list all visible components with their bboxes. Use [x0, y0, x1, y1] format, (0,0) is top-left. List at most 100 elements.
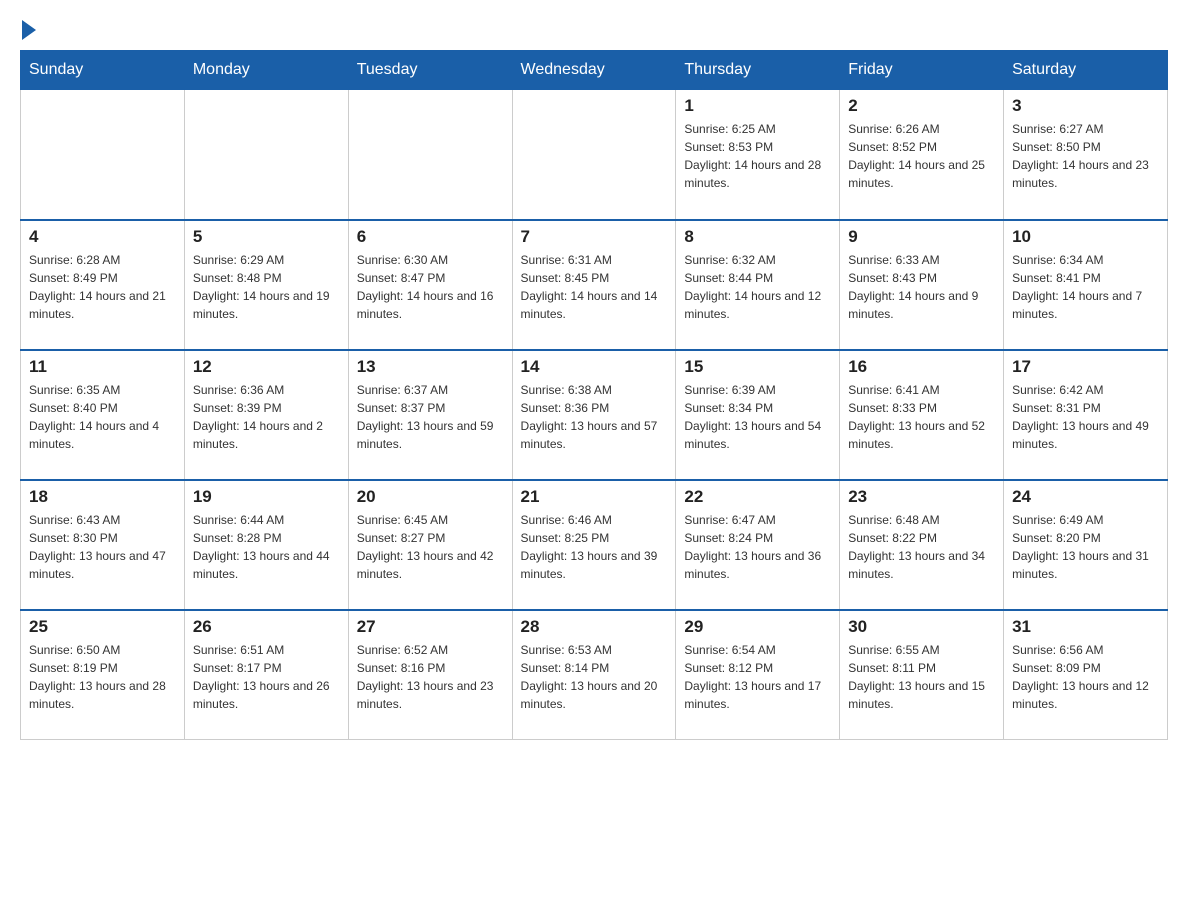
- day-info: Sunrise: 6:31 AM Sunset: 8:45 PM Dayligh…: [521, 251, 668, 323]
- day-number: 31: [1012, 617, 1159, 637]
- day-info: Sunrise: 6:26 AM Sunset: 8:52 PM Dayligh…: [848, 120, 995, 192]
- weekday-header-sunday: Sunday: [21, 51, 185, 90]
- calendar-day-cell: 26Sunrise: 6:51 AM Sunset: 8:17 PM Dayli…: [184, 610, 348, 740]
- calendar-day-cell: 21 Sunrise: 6:46 AM Sunset: 8:25 PM Dayli…: [512, 480, 676, 610]
- weekday-header-saturday: Saturday: [1004, 51, 1168, 90]
- calendar-day-cell: 30 Sunrise: 6:55 AM Sunset: 8:11 PM Dayli…: [840, 610, 1004, 740]
- calendar-day-cell: 20 Sunrise: 6:45 AM Sunset: 8:27 PM Dayli…: [348, 480, 512, 610]
- day-info: Sunrise: 6:27 AM Sunset: 8:50 PM Dayligh…: [1012, 120, 1159, 192]
- calendar-day-cell: 14 Sunrise: 6:38 AM Sunset: 8:36 PM Dayli…: [512, 350, 676, 480]
- day-info: Sunrise: 6:33 AM Sunset: 8:43 PM Dayligh…: [848, 251, 995, 323]
- day-number: 18: [29, 487, 176, 507]
- day-info: Sunrise: 6:45 AM Sunset: 8:27 PM Dayligh…: [357, 511, 504, 583]
- calendar-day-cell: 25Sunrise: 6:50 AM Sunset: 8:19 PM Dayli…: [21, 610, 185, 740]
- calendar-week-row: 11 Sunrise: 6:35 AM Sunset: 8:40 PM Dayli…: [21, 350, 1168, 480]
- day-number: 29: [684, 617, 831, 637]
- day-info: Sunrise: 6:39 AM Sunset: 8:34 PM Dayligh…: [684, 381, 831, 453]
- day-info: Sunrise: 6:46 AM Sunset: 8:25 PM Dayligh…: [521, 511, 668, 583]
- calendar-day-cell: 13 Sunrise: 6:37 AM Sunset: 8:37 PM Dayli…: [348, 350, 512, 480]
- day-info: Sunrise: 6:25 AM Sunset: 8:53 PM Dayligh…: [684, 120, 831, 192]
- day-number: 30: [848, 617, 995, 637]
- day-number: 7: [521, 227, 668, 247]
- calendar-day-cell: [348, 90, 512, 220]
- day-number: 22: [684, 487, 831, 507]
- calendar-day-cell: 3 Sunrise: 6:27 AM Sunset: 8:50 PM Daylig…: [1004, 90, 1168, 220]
- day-info: Sunrise: 6:52 AM Sunset: 8:16 PM Dayligh…: [357, 641, 504, 713]
- calendar-day-cell: 24 Sunrise: 6:49 AM Sunset: 8:20 PM Dayli…: [1004, 480, 1168, 610]
- weekday-header-monday: Monday: [184, 51, 348, 90]
- day-info: Sunrise: 6:47 AM Sunset: 8:24 PM Dayligh…: [684, 511, 831, 583]
- calendar-day-cell: 17 Sunrise: 6:42 AM Sunset: 8:31 PM Dayli…: [1004, 350, 1168, 480]
- day-number: 4: [29, 227, 176, 247]
- day-info: Sunrise: 6:55 AM Sunset: 8:11 PM Dayligh…: [848, 641, 995, 713]
- calendar-week-row: 25Sunrise: 6:50 AM Sunset: 8:19 PM Dayli…: [21, 610, 1168, 740]
- calendar-day-cell: 31 Sunrise: 6:56 AM Sunset: 8:09 PM Dayli…: [1004, 610, 1168, 740]
- day-number: 9: [848, 227, 995, 247]
- logo: [20, 20, 38, 40]
- calendar-day-cell: 23 Sunrise: 6:48 AM Sunset: 8:22 PM Dayli…: [840, 480, 1004, 610]
- day-info: Sunrise: 6:42 AM Sunset: 8:31 PM Dayligh…: [1012, 381, 1159, 453]
- calendar-day-cell: 4 Sunrise: 6:28 AM Sunset: 8:49 PM Daylig…: [21, 220, 185, 350]
- calendar-day-cell: 29 Sunrise: 6:54 AM Sunset: 8:12 PM Dayli…: [676, 610, 840, 740]
- calendar-day-cell: 11 Sunrise: 6:35 AM Sunset: 8:40 PM Dayli…: [21, 350, 185, 480]
- calendar-day-cell: [512, 90, 676, 220]
- weekday-header-wednesday: Wednesday: [512, 51, 676, 90]
- day-info: Sunrise: 6:56 AM Sunset: 8:09 PM Dayligh…: [1012, 641, 1159, 713]
- calendar-day-cell: 28 Sunrise: 6:53 AM Sunset: 8:14 PM Dayli…: [512, 610, 676, 740]
- calendar-day-cell: 2Sunrise: 6:26 AM Sunset: 8:52 PM Daylig…: [840, 90, 1004, 220]
- calendar-day-cell: 7 Sunrise: 6:31 AM Sunset: 8:45 PM Daylig…: [512, 220, 676, 350]
- day-info: Sunrise: 6:51 AM Sunset: 8:17 PM Dayligh…: [193, 641, 340, 713]
- calendar-table: SundayMondayTuesdayWednesdayThursdayFrid…: [20, 50, 1168, 740]
- day-info: Sunrise: 6:54 AM Sunset: 8:12 PM Dayligh…: [684, 641, 831, 713]
- calendar-week-row: 1 Sunrise: 6:25 AM Sunset: 8:53 PM Daylig…: [21, 90, 1168, 220]
- day-number: 6: [357, 227, 504, 247]
- calendar-day-cell: [184, 90, 348, 220]
- day-number: 3: [1012, 96, 1159, 116]
- weekday-header-thursday: Thursday: [676, 51, 840, 90]
- calendar-day-cell: 15 Sunrise: 6:39 AM Sunset: 8:34 PM Dayli…: [676, 350, 840, 480]
- calendar-day-cell: [21, 90, 185, 220]
- day-number: 15: [684, 357, 831, 377]
- day-number: 5: [193, 227, 340, 247]
- weekday-header-friday: Friday: [840, 51, 1004, 90]
- calendar-day-cell: 12Sunrise: 6:36 AM Sunset: 8:39 PM Dayli…: [184, 350, 348, 480]
- day-number: 10: [1012, 227, 1159, 247]
- page-header: [20, 20, 1168, 40]
- day-info: Sunrise: 6:38 AM Sunset: 8:36 PM Dayligh…: [521, 381, 668, 453]
- calendar-day-cell: 5Sunrise: 6:29 AM Sunset: 8:48 PM Daylig…: [184, 220, 348, 350]
- calendar-day-cell: 6Sunrise: 6:30 AM Sunset: 8:47 PM Daylig…: [348, 220, 512, 350]
- day-info: Sunrise: 6:53 AM Sunset: 8:14 PM Dayligh…: [521, 641, 668, 713]
- logo-triangle-icon: [22, 20, 36, 40]
- day-info: Sunrise: 6:35 AM Sunset: 8:40 PM Dayligh…: [29, 381, 176, 453]
- day-number: 21: [521, 487, 668, 507]
- day-number: 17: [1012, 357, 1159, 377]
- day-info: Sunrise: 6:34 AM Sunset: 8:41 PM Dayligh…: [1012, 251, 1159, 323]
- calendar-day-cell: 8 Sunrise: 6:32 AM Sunset: 8:44 PM Daylig…: [676, 220, 840, 350]
- calendar-day-cell: 18 Sunrise: 6:43 AM Sunset: 8:30 PM Dayli…: [21, 480, 185, 610]
- calendar-day-cell: 9 Sunrise: 6:33 AM Sunset: 8:43 PM Daylig…: [840, 220, 1004, 350]
- day-number: 28: [521, 617, 668, 637]
- day-number: 23: [848, 487, 995, 507]
- day-info: Sunrise: 6:48 AM Sunset: 8:22 PM Dayligh…: [848, 511, 995, 583]
- day-info: Sunrise: 6:41 AM Sunset: 8:33 PM Dayligh…: [848, 381, 995, 453]
- calendar-week-row: 4 Sunrise: 6:28 AM Sunset: 8:49 PM Daylig…: [21, 220, 1168, 350]
- calendar-day-cell: 19 Sunrise: 6:44 AM Sunset: 8:28 PM Dayli…: [184, 480, 348, 610]
- day-number: 8: [684, 227, 831, 247]
- day-info: Sunrise: 6:49 AM Sunset: 8:20 PM Dayligh…: [1012, 511, 1159, 583]
- day-number: 24: [1012, 487, 1159, 507]
- calendar-day-cell: 27Sunrise: 6:52 AM Sunset: 8:16 PM Dayli…: [348, 610, 512, 740]
- calendar-week-row: 18 Sunrise: 6:43 AM Sunset: 8:30 PM Dayli…: [21, 480, 1168, 610]
- weekday-header-row: SundayMondayTuesdayWednesdayThursdayFrid…: [21, 51, 1168, 90]
- day-info: Sunrise: 6:44 AM Sunset: 8:28 PM Dayligh…: [193, 511, 340, 583]
- day-info: Sunrise: 6:37 AM Sunset: 8:37 PM Dayligh…: [357, 381, 504, 453]
- day-number: 12: [193, 357, 340, 377]
- day-number: 13: [357, 357, 504, 377]
- day-number: 20: [357, 487, 504, 507]
- day-info: Sunrise: 6:43 AM Sunset: 8:30 PM Dayligh…: [29, 511, 176, 583]
- day-number: 11: [29, 357, 176, 377]
- day-number: 19: [193, 487, 340, 507]
- day-info: Sunrise: 6:32 AM Sunset: 8:44 PM Dayligh…: [684, 251, 831, 323]
- day-number: 14: [521, 357, 668, 377]
- day-info: Sunrise: 6:28 AM Sunset: 8:49 PM Dayligh…: [29, 251, 176, 323]
- day-number: 1: [684, 96, 831, 116]
